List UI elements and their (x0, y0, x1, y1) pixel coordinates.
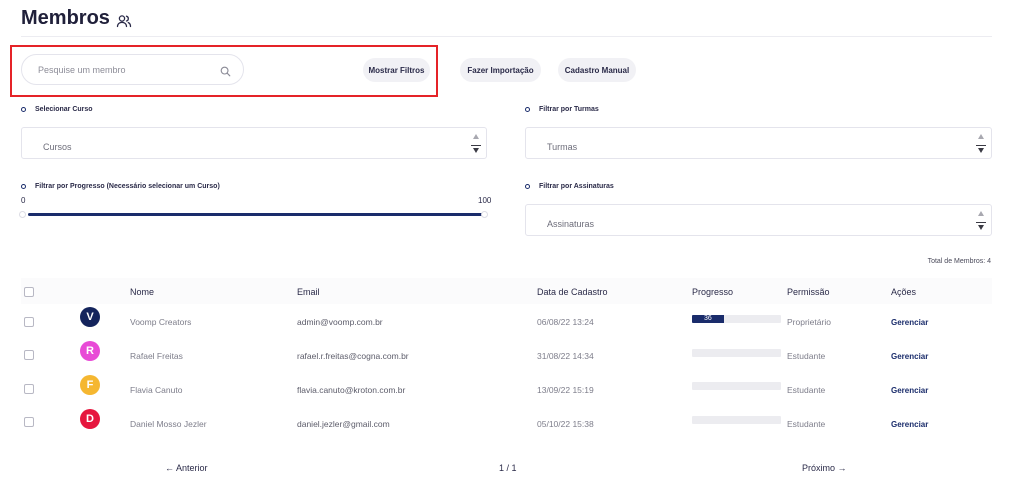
progress-range-max: 100 (478, 196, 492, 205)
class-select-value: Turmas (547, 142, 578, 152)
table-header (21, 278, 992, 304)
member-date: 05/10/22 15:38 (537, 419, 594, 429)
progress-label: 36 (704, 315, 712, 322)
avatar: F (80, 375, 100, 395)
column-header-email[interactable]: Email (297, 287, 320, 297)
progress-range-min-handle[interactable] (19, 211, 26, 218)
bullet-icon (525, 107, 530, 112)
manage-link[interactable]: Gerenciar (891, 318, 928, 327)
member-email: flavia.canuto@kroton.com.br (297, 385, 406, 395)
member-email: rafael.r.freitas@cogna.com.br (297, 351, 409, 361)
course-filter-label: Selecionar Curso (21, 106, 93, 113)
users-icon (116, 13, 132, 29)
header-divider (21, 36, 992, 37)
member-date: 13/09/22 15:19 (537, 385, 594, 395)
manage-link[interactable]: Gerenciar (891, 352, 928, 361)
member-role: Proprietário (787, 317, 831, 327)
member-name: Voomp Creators (130, 317, 192, 327)
total-members: Total de Membros: 4 (927, 258, 991, 265)
manage-link[interactable]: Gerenciar (891, 420, 928, 429)
course-select-value: Cursos (43, 142, 72, 152)
subscription-filter-label-text: Filtrar por Assinaturas (539, 183, 614, 190)
previous-page-button[interactable]: ← Anterior (165, 463, 208, 473)
progress-bar (692, 416, 781, 424)
class-select[interactable]: Turmas (525, 127, 992, 159)
class-filter-label-text: Filtrar por Turmas (539, 106, 599, 113)
column-header-progress[interactable]: Progresso (692, 287, 733, 297)
row-checkbox[interactable] (24, 317, 34, 327)
member-name: Daniel Mosso Jezler (130, 419, 207, 429)
column-header-permission[interactable]: Permissão (787, 287, 830, 297)
page-indicator: 1 / 1 (499, 463, 517, 473)
progress-filter-label: Filtrar por Progresso (Necessário seleci… (21, 183, 220, 190)
avatar: D (80, 409, 100, 429)
select-all-checkbox[interactable] (24, 287, 34, 297)
manual-register-button[interactable]: Cadastro Manual (558, 58, 636, 82)
column-header-date[interactable]: Data de Cadastro (537, 287, 608, 297)
spinner-arrows-icon[interactable] (975, 208, 987, 232)
class-filter-label: Filtrar por Turmas (525, 106, 599, 113)
course-filter-label-text: Selecionar Curso (35, 106, 93, 113)
spinner-arrows-icon[interactable] (470, 131, 482, 155)
member-date: 06/08/22 13:24 (537, 317, 594, 327)
progress-bar (692, 382, 781, 390)
bullet-icon (525, 184, 530, 189)
member-role: Estudante (787, 419, 826, 429)
bullet-icon (21, 184, 26, 189)
spinner-arrows-icon[interactable] (975, 131, 987, 155)
column-header-name[interactable]: Nome (130, 287, 154, 297)
progress-range-max-handle[interactable] (481, 211, 488, 218)
member-email: admin@voomp.com.br (297, 317, 383, 327)
avatar: R (80, 341, 100, 361)
member-date: 31/08/22 14:34 (537, 351, 594, 361)
avatar: V (80, 307, 100, 327)
progress-bar (692, 349, 781, 357)
show-filters-button[interactable]: Mostrar Filtros (363, 58, 430, 82)
subscription-select[interactable]: Assinaturas (525, 204, 992, 236)
course-select[interactable]: Cursos (21, 127, 487, 159)
next-page-button[interactable]: Próximo → (802, 463, 847, 473)
member-role: Estudante (787, 351, 826, 361)
manage-link[interactable]: Gerenciar (891, 386, 928, 395)
row-checkbox[interactable] (24, 417, 34, 427)
member-role: Estudante (787, 385, 826, 395)
row-checkbox[interactable] (24, 350, 34, 360)
page-title: Membros (21, 7, 132, 30)
subscription-select-value: Assinaturas (547, 219, 595, 229)
member-name: Rafael Freitas (130, 351, 183, 361)
progress-bar: 36 (692, 315, 781, 323)
progress-range-track[interactable] (28, 213, 484, 216)
search-icon[interactable] (220, 64, 231, 77)
subscription-filter-label: Filtrar por Assinaturas (525, 183, 614, 190)
row-checkbox[interactable] (24, 384, 34, 394)
search-field[interactable] (21, 54, 244, 85)
column-header-actions[interactable]: Ações (891, 287, 916, 297)
page-title-text: Membros (21, 7, 110, 29)
bullet-icon (21, 107, 26, 112)
search-input[interactable] (38, 55, 218, 84)
progress-range-min: 0 (21, 196, 26, 205)
member-email: daniel.jezler@gmail.com (297, 419, 390, 429)
import-button[interactable]: Fazer Importação (460, 58, 541, 82)
progress-filter-label-text: Filtrar por Progresso (Necessário seleci… (35, 183, 220, 190)
member-name: Flavia Canuto (130, 385, 183, 395)
